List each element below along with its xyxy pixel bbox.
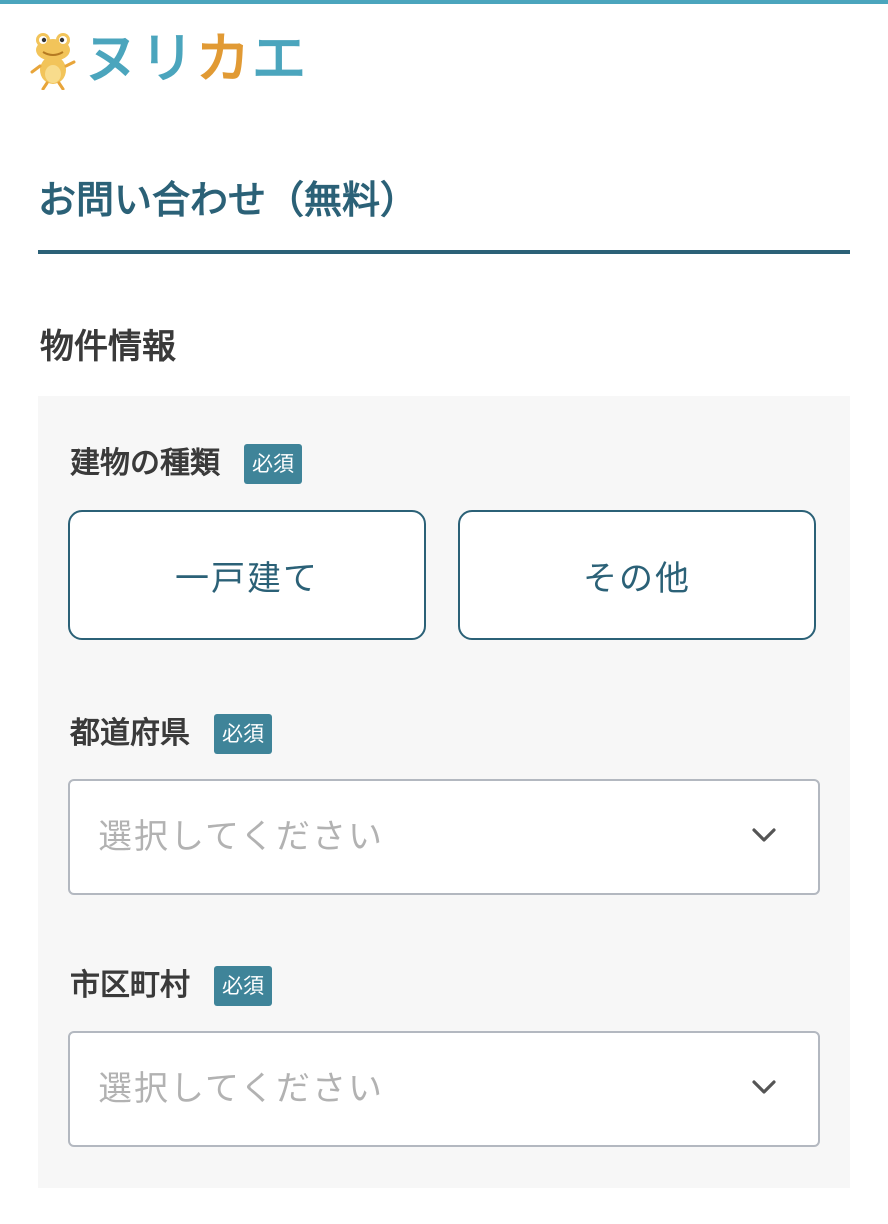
section-title: 物件情報 xyxy=(40,327,176,367)
city-label: 市区町村 必須 xyxy=(70,964,272,1008)
prefecture-select[interactable]: 選択してください xyxy=(68,779,820,895)
site-logo[interactable]: ヌ リ カ エ xyxy=(28,26,308,92)
city-select[interactable]: 選択してください xyxy=(68,1031,820,1147)
building-type-label: 建物の種類 必須 xyxy=(70,442,302,486)
page-title: お問い合わせ（無料） xyxy=(38,178,419,222)
field-label-text: 市区町村 xyxy=(70,968,190,1003)
logo-char: ヌ xyxy=(84,27,140,90)
select-placeholder: 選択してください xyxy=(98,1069,384,1109)
building-type-option-detached-house[interactable]: 一戸建て xyxy=(68,510,426,640)
field-label-text: 都道府県 xyxy=(70,716,190,751)
logo-char: カ xyxy=(196,27,252,90)
title-divider xyxy=(38,250,850,254)
prefecture-label: 都道府県 必須 xyxy=(70,712,272,756)
field-label-text: 建物の種類 xyxy=(70,446,220,481)
required-badge: 必須 xyxy=(244,444,302,484)
required-badge: 必須 xyxy=(214,966,272,1006)
chevron-down-icon xyxy=(752,1080,776,1094)
required-badge: 必須 xyxy=(214,714,272,754)
logo-wordmark: ヌ リ カ エ xyxy=(84,26,308,92)
building-type-option-other[interactable]: その他 xyxy=(458,510,816,640)
logo-char: リ xyxy=(140,27,196,90)
select-placeholder: 選択してください xyxy=(98,817,384,857)
frog-mascot-icon xyxy=(30,33,76,90)
top-accent-bar xyxy=(0,0,888,4)
chevron-down-icon xyxy=(752,828,776,842)
logo-char: エ xyxy=(252,27,308,90)
